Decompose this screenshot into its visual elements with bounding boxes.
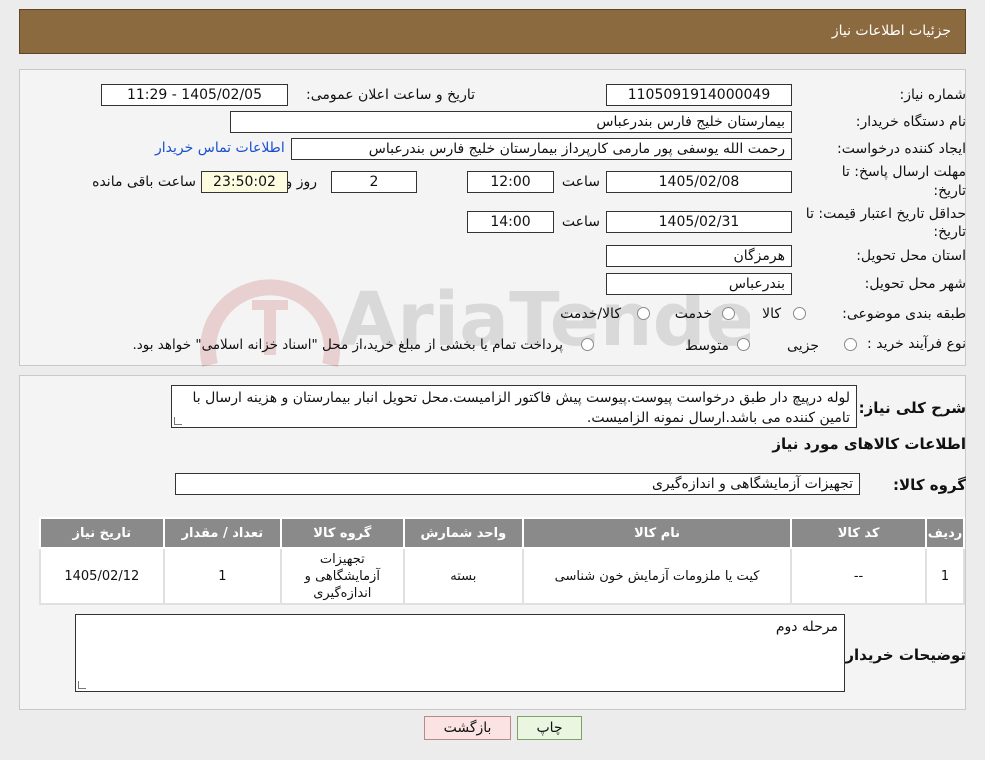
cell-unit: بسته xyxy=(402,547,525,605)
col-header-row: ردیف xyxy=(925,517,965,549)
price-validity-time: 14:00 xyxy=(467,211,554,233)
price-validity-label: حداقل تاریخ اعتبار قیمت: تا xyxy=(805,206,966,222)
goods-group-field: تجهیزات آزمایشگاهی و اندازه‌گیری xyxy=(175,473,860,495)
category-label: طبقه بندی موضوعی: xyxy=(842,306,966,322)
purchase-process-label: نوع فرآیند خرید : xyxy=(867,336,966,352)
remaining-time-field: 23:50:02 xyxy=(201,171,288,193)
reply-deadline-time-label: ساعت xyxy=(561,174,600,190)
page-header: جزئیات اطلاعات نیاز xyxy=(19,9,966,54)
delivery-province-label: استان محل تحویل: xyxy=(856,248,966,264)
cell-row: 1 xyxy=(925,547,965,605)
process-radio-medium[interactable] xyxy=(737,338,750,351)
cell-code: -- xyxy=(790,547,928,605)
category-radio-goods-service[interactable] xyxy=(637,307,650,320)
buyer-contact-link[interactable]: اطلاعات تماس خریدار xyxy=(155,140,285,156)
category-option-service: خدمت xyxy=(674,306,712,322)
treasury-note: پرداخت تمام یا بخشی از مبلغ خرید،از محل … xyxy=(132,337,563,353)
category-option-goods-service: کالا/خدمت xyxy=(560,306,621,322)
page-title: جزئیات اطلاعات نیاز xyxy=(831,23,951,39)
description-label: شرح کلی نیاز: xyxy=(858,399,966,417)
announce-datetime-field: 1405/02/05 - 11:29 xyxy=(101,84,288,106)
announce-datetime-label: تاریخ و ساعت اعلان عمومی: xyxy=(306,87,475,103)
print-button[interactable]: چاپ xyxy=(517,716,582,740)
remaining-time-label: ساعت باقی مانده xyxy=(92,174,196,190)
resize-grip-icon[interactable] xyxy=(174,417,182,425)
process-radio-minor[interactable] xyxy=(844,338,857,351)
days-label: روز و xyxy=(285,174,318,190)
description-textarea[interactable]: لوله درپیچ دار طبق درخواست پیوست.پیوست پ… xyxy=(171,385,857,428)
items-table-header: ردیف کد کالا نام کالا واحد شمارش گروه کا… xyxy=(39,517,965,549)
col-header-unit: واحد شمارش xyxy=(402,517,525,549)
need-number-label: شماره نیاز: xyxy=(899,87,967,103)
description-text: لوله درپیچ دار طبق درخواست پیوست.پیوست پ… xyxy=(192,390,850,426)
treasury-checkbox[interactable] xyxy=(581,338,594,351)
category-radio-goods[interactable] xyxy=(793,307,806,320)
process-option-minor: جزیی xyxy=(787,338,819,354)
buyer-notes-textarea[interactable]: مرحله دوم xyxy=(75,614,845,692)
col-header-group: گروه کالا xyxy=(280,517,405,549)
delivery-province-field: هرمزگان xyxy=(606,245,792,267)
resize-grip-icon[interactable] xyxy=(78,681,86,689)
table-row: 1 -- کیت یا ملزومات آزمایش خون شناسی بست… xyxy=(39,547,965,605)
delivery-city-label: شهر محل تحویل: xyxy=(864,276,966,292)
category-radio-service[interactable] xyxy=(722,307,735,320)
col-header-date: تاریخ نیاز xyxy=(39,517,165,549)
buyer-notes-text: مرحله دوم xyxy=(775,619,838,635)
cell-name: کیت یا ملزومات آزمایش خون شناسی xyxy=(522,547,793,605)
price-validity-date: 1405/02/31 xyxy=(606,211,792,233)
reply-deadline-label-2: تاریخ: xyxy=(933,183,966,199)
requester-label: ایجاد کننده درخواست: xyxy=(837,141,966,157)
reply-deadline-days: 2 xyxy=(331,171,417,193)
buyer-org-field: بیمارستان خلیج فارس بندرعباس xyxy=(230,111,792,133)
requester-field: رحمت الله یوسفی پور مارمی کارپرداز بیمار… xyxy=(291,138,792,160)
col-header-qty: تعداد / مقدار xyxy=(162,517,283,549)
col-header-code: کد کالا xyxy=(790,517,928,549)
cell-group: تجهیزات آزمایشگاهی و اندازه‌گیری xyxy=(280,547,405,605)
need-number-field: 1105091914000049 xyxy=(606,84,792,106)
price-validity-label-2: تاریخ: xyxy=(933,224,966,240)
buyer-org-label: نام دستگاه خریدار: xyxy=(855,114,966,130)
category-option-goods: کالا xyxy=(762,306,781,322)
col-header-name: نام کالا xyxy=(522,517,793,549)
cell-date: 1405/02/12 xyxy=(39,547,165,605)
back-button[interactable]: بازگشت xyxy=(424,716,511,740)
reply-deadline-time: 12:00 xyxy=(467,171,554,193)
process-option-medium: متوسط xyxy=(685,338,729,354)
items-table: ردیف کد کالا نام کالا واحد شمارش گروه کا… xyxy=(39,517,965,605)
goods-group-label: گروه کالا: xyxy=(893,476,966,494)
price-validity-time-label: ساعت xyxy=(561,214,600,230)
goods-info-title: اطلاعات کالاهای مورد نیاز xyxy=(772,435,966,453)
reply-deadline-date: 1405/02/08 xyxy=(606,171,792,193)
delivery-city-field: بندرعباس xyxy=(606,273,792,295)
buyer-notes-label: توضیحات خریدار: xyxy=(839,646,966,664)
cell-qty: 1 xyxy=(162,547,283,605)
reply-deadline-label: مهلت ارسال پاسخ: تا xyxy=(841,164,966,180)
